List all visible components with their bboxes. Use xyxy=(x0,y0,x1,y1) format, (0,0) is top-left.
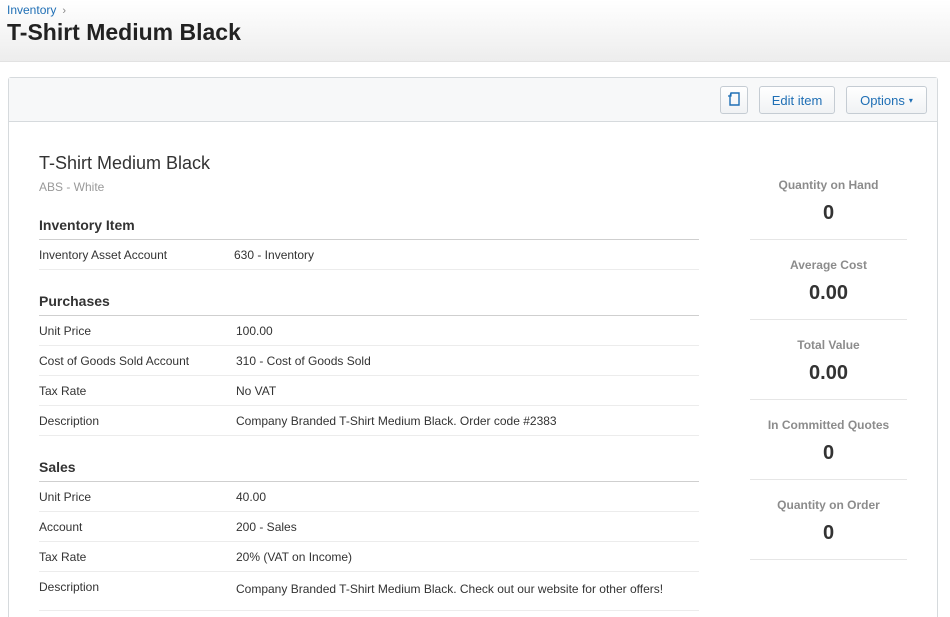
options-label: Options xyxy=(860,92,905,108)
item-code: ABS - White xyxy=(39,180,105,194)
field-value-purchase-tax-rate: No VAT xyxy=(236,384,277,398)
field-label-cogs-account: Cost of Goods Sold Account xyxy=(39,354,190,368)
section-title-sales: Sales xyxy=(39,459,76,475)
field-value-purchase-unit-price: 100.00 xyxy=(236,324,273,338)
stat-label: Quantity on Hand xyxy=(778,178,879,192)
options-button[interactable]: Options ▾ xyxy=(846,86,927,114)
field-value-purchase-description: Company Branded T-Shirt Medium Black. Or… xyxy=(236,414,557,428)
field-label-purchase-tax-rate: Tax Rate xyxy=(39,384,87,398)
row-divider xyxy=(39,345,699,346)
item-name: T-Shirt Medium Black xyxy=(39,153,211,173)
stat-label: Quantity on Order xyxy=(777,498,880,512)
field-label-inventory-asset-account: Inventory Asset Account xyxy=(39,248,168,262)
copy-icon xyxy=(728,92,740,106)
field-value-inventory-asset-account: 630 - Inventory xyxy=(234,248,315,262)
section-divider xyxy=(39,481,699,482)
breadcrumb-link-inventory[interactable]: Inventory xyxy=(7,3,56,17)
item-toolbar: Edit item Options ▾ xyxy=(9,78,937,122)
stat-total-value: Total Value 0.00 xyxy=(750,320,907,400)
row-divider xyxy=(39,435,699,436)
section-divider xyxy=(39,239,699,240)
section-title-inventory: Inventory Item xyxy=(39,217,135,233)
row-divider xyxy=(39,610,699,611)
breadcrumb: Inventory › xyxy=(7,3,66,17)
field-label-purchase-unit-price: Unit Price xyxy=(39,324,92,338)
stat-value: 0 xyxy=(822,522,835,544)
breadcrumb-separator: › xyxy=(62,5,67,17)
row-divider xyxy=(39,269,699,270)
field-label-purchase-description: Description xyxy=(39,414,100,428)
field-value-sales-account: 200 - Sales xyxy=(236,520,297,534)
field-value-sales-tax-rate: 20% (VAT on Income) xyxy=(236,550,353,564)
row-divider xyxy=(39,375,699,376)
field-value-sales-description: Company Branded T-Shirt Medium Black. Ch… xyxy=(236,582,664,596)
page-title: T-Shirt Medium Black xyxy=(7,19,241,45)
field-label-sales-unit-price: Unit Price xyxy=(39,490,92,504)
row-divider xyxy=(39,571,699,572)
field-label-sales-account: Account xyxy=(39,520,83,534)
stat-label: Average Cost xyxy=(790,258,867,272)
row-divider xyxy=(39,405,699,406)
stat-committed-quotes: In Committed Quotes 0 xyxy=(750,400,907,480)
stat-average-cost: Average Cost 0.00 xyxy=(750,240,907,320)
field-label-sales-description: Description xyxy=(39,580,100,594)
stat-label: In Committed Quotes xyxy=(767,418,890,432)
copy-button[interactable] xyxy=(720,86,748,114)
row-divider xyxy=(39,511,699,512)
section-title-purchases: Purchases xyxy=(39,293,110,309)
stat-value: 0.00 xyxy=(809,282,848,304)
page-header: Inventory › T-Shirt Medium Black xyxy=(0,0,950,62)
stat-quantity-on-order: Quantity on Order 0 xyxy=(750,480,907,560)
item-panel: Edit item Options ▾ T-Shirt Medium Black … xyxy=(8,77,938,617)
field-value-sales-unit-price: 40.00 xyxy=(236,490,267,504)
edit-item-button[interactable]: Edit item xyxy=(759,86,835,114)
field-value-cogs-account: 310 - Cost of Goods Sold xyxy=(236,354,371,368)
stat-value: 0.00 xyxy=(809,362,848,384)
chevron-down-icon: ▾ xyxy=(908,95,913,105)
row-divider xyxy=(39,541,699,542)
section-divider xyxy=(39,315,699,316)
stat-value: 0 xyxy=(822,202,835,224)
field-label-sales-tax-rate: Tax Rate xyxy=(39,550,87,564)
stat-label: Total Value xyxy=(797,338,860,352)
stat-value: 0 xyxy=(822,442,835,464)
stat-quantity-on-hand: Quantity on Hand 0 xyxy=(750,160,907,240)
